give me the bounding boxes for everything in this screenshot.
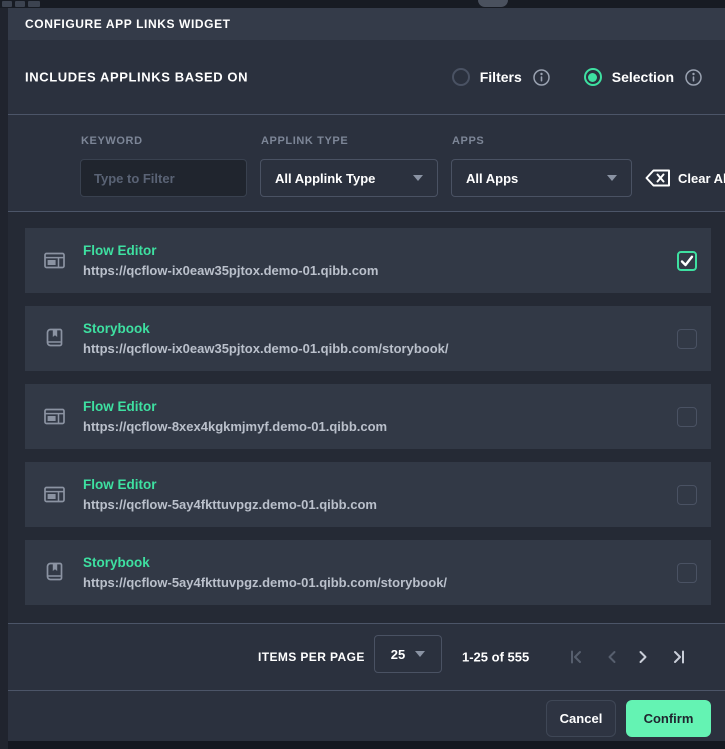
background-window-remnant [15,1,25,7]
filters-radio[interactable] [452,68,470,86]
applink-name[interactable]: Storybook [83,321,449,336]
background-page-edge-top [0,0,725,8]
items-per-page-label: ITEMS PER PAGE [258,650,365,664]
includes-applinks-row: INCLUDES APPLINKS BASED ON Filters Selec… [8,40,725,114]
selection-radio[interactable] [584,68,602,86]
selection-info-icon[interactable] [685,69,702,86]
applink-icon-wrap [25,408,83,425]
backspace-icon [645,168,671,188]
applink-checkbox[interactable] [677,563,697,583]
applink-type-label: APPLINK TYPE [261,135,348,147]
pager-controls [568,649,687,665]
window-icon [44,486,65,503]
background-window-remnant [2,1,12,7]
previous-page-button[interactable] [605,649,617,665]
applink-url: https://qcflow-8xex4kgkmjmyf.demo-01.qib… [83,419,387,434]
applink-name[interactable]: Flow Editor [83,477,377,492]
background-page-edge-left [0,8,8,749]
first-page-icon [568,649,584,665]
applink-url: https://qcflow-5ay4fkttuvpgz.demo-01.qib… [83,497,377,512]
chevron-down-icon [413,175,423,181]
applink-name[interactable]: Storybook [83,555,447,570]
background-page-edge-bottom [8,741,725,749]
page-size-value: 25 [391,647,405,662]
apps-value: All Apps [466,171,518,186]
applink-checkbox[interactable] [677,251,697,271]
applink-icon-wrap [25,252,83,269]
keyword-filter-input[interactable] [80,159,247,197]
applink-texts: Flow Editor https://qcflow-5ay4fkttuvpgz… [83,477,377,512]
applink-checkbox[interactable] [677,485,697,505]
applink-texts: Storybook https://qcflow-5ay4fkttuvpgz.d… [83,555,447,590]
applink-icon-wrap [25,486,83,503]
window-icon [44,252,65,269]
screen: CONFIGURE APP LINKS WIDGET INCLUDES APPL… [0,0,725,749]
book-icon [46,562,63,583]
chevron-right-icon [638,649,650,665]
page-size-dropdown[interactable]: 25 [374,635,442,673]
applink-checkbox[interactable] [677,329,697,349]
applink-name[interactable]: Flow Editor [83,399,387,414]
last-page-icon [671,649,687,665]
applink-url: https://qcflow-ix0eaw35pjtox.demo-01.qib… [83,341,449,356]
applink-texts: Storybook https://qcflow-ix0eaw35pjtox.d… [83,321,449,356]
cancel-button[interactable]: Cancel [546,700,616,737]
last-page-button[interactable] [671,649,687,665]
window-icon [44,408,65,425]
book-icon [46,328,63,349]
modal-footer: Cancel Confirm [8,691,725,741]
radio-group: Filters Selection [452,68,702,86]
filter-row: FILTER KEYWORD APPLINK TYPE All Applink … [8,115,725,211]
applink-list-item[interactable]: Storybook https://qcflow-ix0eaw35pjtox.d… [25,306,711,371]
chevron-left-icon [605,649,617,665]
apps-dropdown[interactable]: All Apps [451,159,632,197]
next-page-button[interactable] [638,649,650,665]
first-page-button[interactable] [568,649,584,665]
apps-label: APPS [452,135,484,147]
applink-list-item[interactable]: Flow Editor https://qcflow-ix0eaw35pjtox… [25,228,711,293]
applink-icon-wrap [25,328,83,349]
background-window-remnant [28,1,40,7]
applink-list-item[interactable]: Storybook https://qcflow-5ay4fkttuvpgz.d… [25,540,711,605]
applink-texts: Flow Editor https://qcflow-8xex4kgkmjmyf… [83,399,387,434]
pagination-range-text: 1-25 of 555 [462,650,529,665]
applink-checkbox[interactable] [677,407,697,427]
applink-name[interactable]: Flow Editor [83,243,378,258]
selection-radio-label[interactable]: Selection [612,69,674,85]
check-icon [680,255,694,267]
applink-list: Flow Editor https://qcflow-ix0eaw35pjtox… [8,212,725,623]
configure-app-links-modal: CONFIGURE APP LINKS WIDGET INCLUDES APPL… [8,8,725,741]
pagination-row: ITEMS PER PAGE 25 1-25 of 555 [8,624,725,690]
applink-type-dropdown[interactable]: All Applink Type [260,159,438,197]
applink-list-item[interactable]: Flow Editor https://qcflow-5ay4fkttuvpgz… [25,462,711,527]
confirm-button[interactable]: Confirm [626,700,711,737]
applink-type-value: All Applink Type [275,171,375,186]
chevron-down-icon [607,175,617,181]
applink-url: https://qcflow-5ay4fkttuvpgz.demo-01.qib… [83,575,447,590]
modal-titlebar: CONFIGURE APP LINKS WIDGET [8,8,725,40]
keyword-label: KEYWORD [81,135,143,147]
applink-texts: Flow Editor https://qcflow-ix0eaw35pjtox… [83,243,378,278]
filters-radio-label[interactable]: Filters [480,69,522,85]
applink-url: https://qcflow-ix0eaw35pjtox.demo-01.qib… [83,263,378,278]
filters-info-icon[interactable] [533,69,550,86]
applink-icon-wrap [25,562,83,583]
modal-title: CONFIGURE APP LINKS WIDGET [25,17,231,31]
includes-applinks-label: INCLUDES APPLINKS BASED ON [25,70,248,85]
clear-all-button[interactable]: Clear All [645,159,725,197]
clear-all-label: Clear All [678,171,725,186]
applink-list-item[interactable]: Flow Editor https://qcflow-8xex4kgkmjmyf… [25,384,711,449]
chevron-down-icon [415,651,425,657]
background-window-remnant [478,0,508,7]
